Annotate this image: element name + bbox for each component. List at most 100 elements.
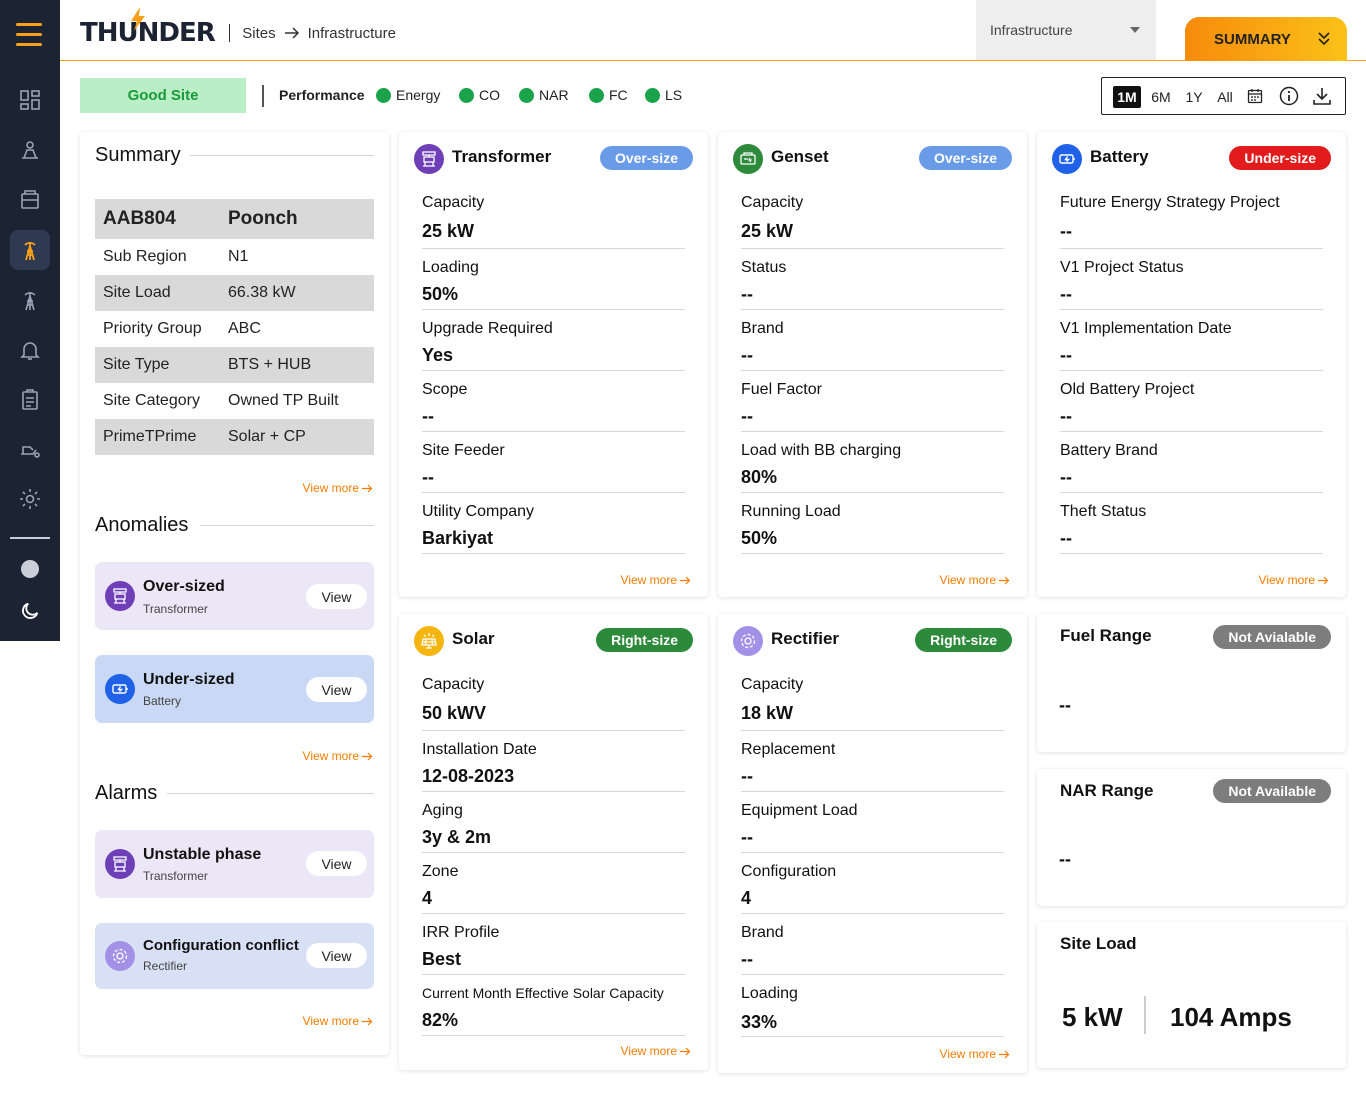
summary-title: Summary	[95, 144, 181, 166]
sidebar-divider	[10, 537, 50, 539]
genset-view-more-link[interactable]: View more	[940, 573, 1010, 587]
field-value: --	[422, 406, 434, 426]
field-label: Replacement	[741, 741, 836, 758]
field: Replacement --	[741, 731, 1004, 792]
view-more-label: View more	[302, 749, 359, 763]
arrow-right-icon	[1318, 576, 1329, 584]
alarm-title: Configuration conflict	[143, 937, 299, 954]
solar-card: Solar Right-size Capacity 50 kWV Installa…	[399, 614, 708, 1070]
arrow-right-icon	[999, 576, 1010, 584]
field: Site Feeder --	[422, 432, 685, 493]
field-label: Loading	[422, 259, 479, 276]
summary-key: PrimeTPrime	[103, 428, 197, 445]
legend-energy[interactable]: Energy	[376, 87, 440, 103]
anomaly-view-button[interactable]: View	[306, 677, 367, 702]
rectifier-card: Rectifier Right-size Capacity 18 kW Repla…	[718, 614, 1027, 1073]
files-icon[interactable]	[10, 180, 50, 220]
nar-range-badge: Not Available	[1213, 779, 1331, 803]
field-value: --	[741, 766, 753, 786]
field-label: V1 Implementation Date	[1060, 320, 1232, 337]
arrow-right-icon	[362, 752, 373, 760]
anomalies-view-more-link[interactable]: View more	[303, 749, 373, 763]
range-6m[interactable]: 6M	[1148, 86, 1174, 108]
alarms-view-more-link[interactable]: View more	[303, 1014, 373, 1028]
arrow-right-icon	[680, 576, 691, 584]
anomalies-title-line	[200, 525, 374, 526]
info-icon[interactable]	[1279, 86, 1299, 106]
anomaly-view-button[interactable]: View	[306, 584, 367, 609]
legend-nar[interactable]: NAR	[519, 87, 569, 103]
field: V1 Project Status --	[1060, 249, 1323, 310]
field-label: Site Feeder	[422, 442, 505, 459]
battery-size-badge: Under-size	[1229, 146, 1331, 170]
dashboard-icon[interactable]	[10, 80, 50, 120]
menu-icon[interactable]	[16, 23, 42, 47]
alarm-view-button[interactable]: View	[306, 851, 367, 876]
view-more-label: View more	[939, 573, 996, 587]
tower-outline-icon[interactable]	[10, 280, 50, 320]
logo-divider	[228, 24, 231, 42]
genset-icon	[733, 144, 763, 174]
field: Loading 50%	[422, 249, 685, 310]
legend-fc[interactable]: FC	[589, 87, 628, 103]
arrow-right-icon	[284, 27, 299, 39]
transformer-icon	[105, 849, 135, 879]
field-label: Capacity	[422, 676, 485, 693]
field-label: Scope	[422, 381, 468, 398]
field: Running Load 50%	[741, 493, 1004, 554]
field-label: Current Month Effective Solar Capacity	[422, 985, 664, 1001]
field-label: Theft Status	[1060, 503, 1147, 520]
summary-key: Site Type	[103, 356, 170, 373]
alarm-card-unstable-phase: Unstable phase Transformer View	[95, 830, 374, 898]
legend-ls[interactable]: LS	[645, 87, 682, 103]
field: Configuration 4	[741, 853, 1004, 914]
fuel-range-badge: Not Avialable	[1213, 625, 1331, 649]
download-icon[interactable]	[1312, 86, 1332, 106]
solar-view-more-link[interactable]: View more	[621, 1044, 691, 1058]
alarm-view-button[interactable]: View	[306, 943, 367, 968]
filter-bar: Good Site Performance Energy CO NAR FC L…	[80, 77, 1346, 115]
summary-button[interactable]: SUMMARY	[1185, 17, 1347, 61]
field: Utility Company Barkiyat	[422, 493, 685, 554]
bell-icon[interactable]	[10, 330, 50, 370]
status-dot-icon[interactable]	[10, 549, 50, 589]
field: Capacity 25 kW	[741, 194, 1004, 249]
summary-view-more-link[interactable]: View more	[303, 481, 373, 495]
calendar-icon[interactable]	[1247, 88, 1263, 104]
rectifier-view-more-link[interactable]: View more	[940, 1047, 1010, 1061]
tower-icon[interactable]	[10, 230, 50, 270]
summary-site-header: AAB804 Poonch	[95, 199, 374, 239]
field: Battery Brand --	[1060, 432, 1323, 493]
sites-icon[interactable]	[10, 130, 50, 170]
field: Upgrade Required Yes	[422, 310, 685, 371]
settings-icon[interactable]	[10, 479, 50, 519]
legend-dot	[589, 87, 604, 103]
moon-icon[interactable]	[10, 591, 50, 631]
field-value: 82%	[422, 1010, 459, 1030]
summary-card: Summary AAB804 Poonch Sub Region N1 Site …	[80, 132, 389, 1055]
clipboard-icon[interactable]	[10, 380, 50, 420]
field-value: 18 kW	[741, 703, 794, 723]
field-label: Brand	[741, 320, 784, 337]
summary-row: Site Type BTS + HUB	[95, 347, 374, 383]
solar-fields: Capacity 50 kWV Installation Date 12-08-20…	[422, 676, 685, 1036]
field-label: Old Battery Project	[1060, 381, 1195, 398]
genset-title: Genset	[771, 147, 829, 166]
range-all[interactable]: All	[1214, 86, 1236, 108]
transformer-size-badge: Over-size	[599, 146, 693, 170]
view-select[interactable]: Infrastructure	[976, 0, 1156, 60]
field-value: Best	[422, 949, 462, 969]
transformer-view-more-link[interactable]: View more	[621, 573, 691, 587]
legend-co[interactable]: CO	[459, 87, 500, 103]
brand-logo[interactable]: THUNDER Sites Infrastructure	[80, 7, 396, 53]
anomaly-subtitle: Battery	[143, 694, 182, 708]
battery-view-more-link[interactable]: View more	[1259, 573, 1329, 587]
field-label: Capacity	[422, 194, 485, 211]
top-bar: THUNDER Sites Infrastructure Infrastruct…	[60, 0, 1366, 61]
range-1y[interactable]: 1Y	[1182, 86, 1206, 108]
fuel-icon[interactable]	[10, 430, 50, 470]
breadcrumb-sites[interactable]: Sites	[242, 25, 275, 42]
field: V1 Implementation Date --	[1060, 310, 1323, 371]
range-1m[interactable]: 1M	[1113, 86, 1141, 108]
anomaly-card-undersized: Under-sized Battery View	[95, 655, 374, 723]
